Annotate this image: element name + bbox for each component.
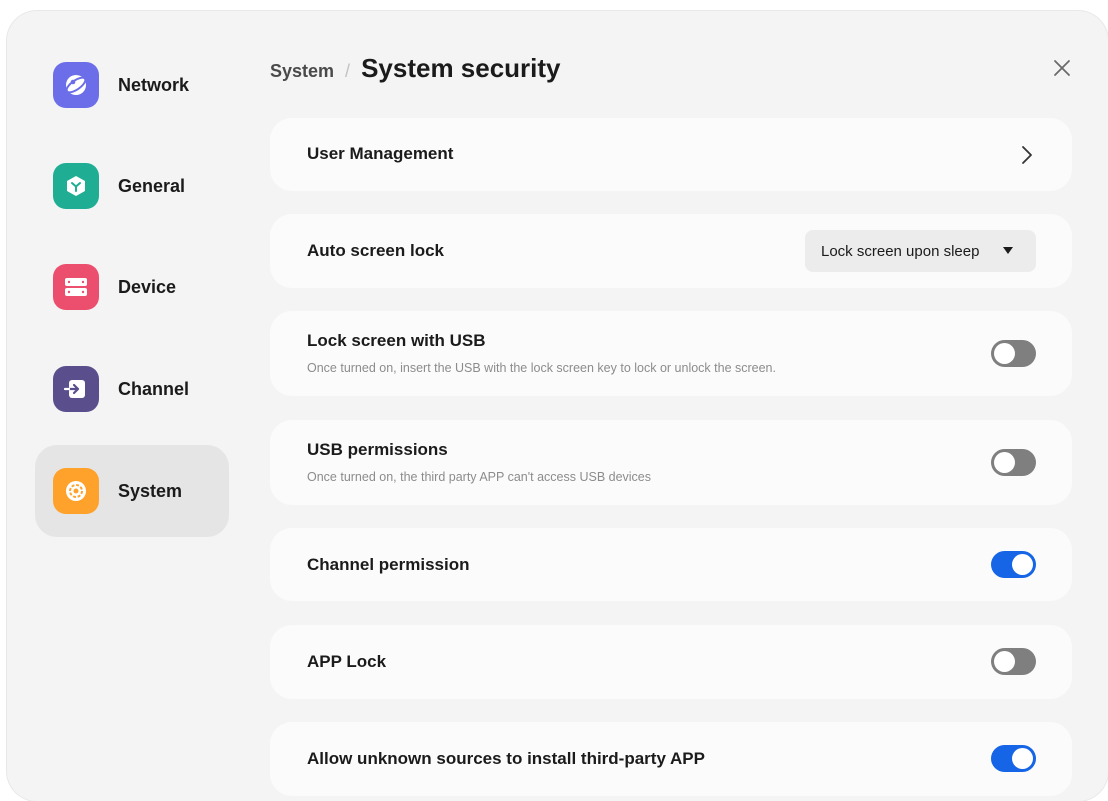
sidebar-item-label: System [118,480,183,501]
app-lock-toggle[interactable] [991,648,1036,675]
toggle-knob [994,452,1015,473]
usb-permissions-description: Once turned on, the third party APP can'… [307,470,652,484]
close-icon [1054,60,1070,76]
channel-permission-title: Channel permission [307,555,470,574]
sidebar-item-label: Device [118,276,177,297]
lock-screen-usb-row: Lock screen with USB Once turned on, ins… [270,311,1072,396]
sidebar-item-label: General [118,175,186,196]
globe-icon [53,62,99,108]
lock-screen-usb-toggle[interactable] [991,340,1036,367]
sidebar-item-label: Network [118,74,190,95]
auto-screen-lock-dropdown[interactable]: Lock screen upon sleep [805,230,1036,272]
user-management-title: User Management [307,144,454,163]
usb-permissions-title: USB permissions [307,440,448,459]
server-icon [53,264,99,310]
auto-screen-lock-row: Auto screen lock Lock screen upon sleep [270,214,1072,288]
channel-permission-row: Channel permission [270,528,1072,601]
input-icon [53,366,99,412]
system-gear-icon [53,468,99,514]
toggle-knob [994,343,1015,364]
sidebar-item-system[interactable]: System [35,445,229,537]
caret-down-icon [1003,247,1013,254]
toggle-knob [994,651,1015,672]
sidebar-item-general[interactable]: General [35,140,229,232]
toggle-knob [1012,748,1033,769]
usb-permissions-toggle[interactable] [991,449,1036,476]
close-button[interactable] [1050,56,1074,80]
settings-window: Network General Device Channel System Sy… [7,11,1108,801]
lock-screen-usb-title: Lock screen with USB [307,331,486,350]
page-title: System security [361,53,561,83]
sidebar-item-label: Channel [118,378,190,399]
sidebar-item-network[interactable]: Network [35,39,229,131]
dropdown-value: Lock screen upon sleep [821,242,980,260]
unknown-sources-toggle[interactable] [991,745,1036,772]
sidebar: Network General Device Channel System [7,11,247,801]
sidebar-item-device[interactable]: Device [35,241,229,333]
user-management-row[interactable]: User Management [270,118,1072,191]
breadcrumb-separator: / [345,61,351,81]
lock-screen-usb-description: Once turned on, insert the USB with the … [307,361,776,375]
sidebar-item-channel[interactable]: Channel [35,343,229,435]
chevron-right-icon[interactable] [1020,144,1034,166]
unknown-sources-title: Allow unknown sources to install third-p… [307,749,705,768]
cube-icon [53,163,99,209]
app-lock-row: APP Lock [270,625,1072,699]
app-lock-title: APP Lock [307,652,387,671]
unknown-sources-row: Allow unknown sources to install third-p… [270,722,1072,796]
usb-permissions-row: USB permissions Once turned on, the thir… [270,420,1072,505]
breadcrumb: System / System security [270,53,561,84]
breadcrumb-parent[interactable]: System [270,61,334,82]
channel-permission-toggle[interactable] [991,551,1036,578]
toggle-knob [1012,554,1033,575]
auto-screen-lock-title: Auto screen lock [307,241,444,260]
